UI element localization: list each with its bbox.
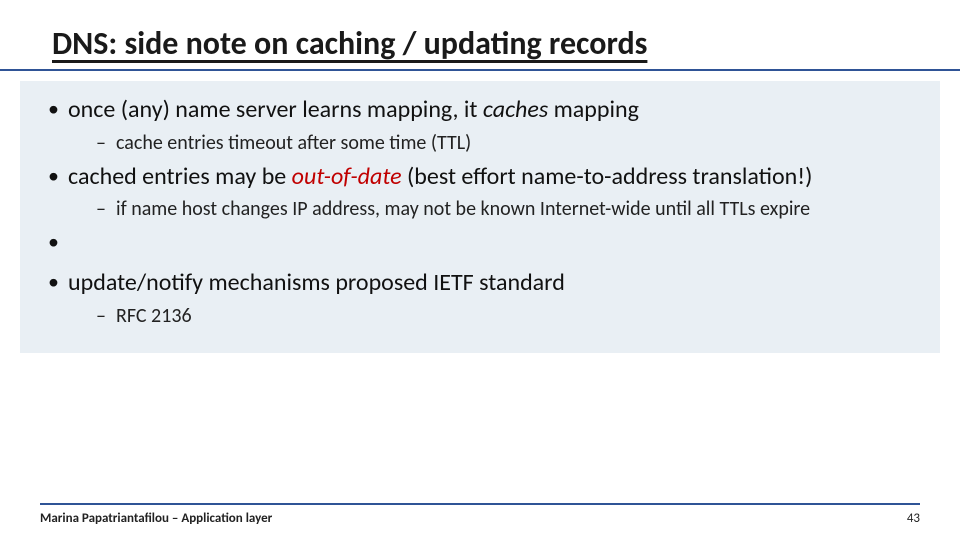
slide-title: DNS: side note on caching / updating rec… [40,20,920,65]
footer-divider [40,503,920,505]
emphasis-text: caches [483,95,548,124]
page-number: 43 [907,511,920,526]
footer-author: Marina Papatriantafilou – Application la… [40,511,272,526]
text: (best effort name-to-address translation… [402,162,813,191]
bullet-item: update/notify mechanisms proposed IETF s… [46,268,920,329]
bullet-item: once (any) name server learns mapping, i… [46,95,920,156]
sub-bullet-list: if name host changes IP address, may not… [68,196,920,222]
accent-text: out-of-date [292,162,402,191]
footer-row: Marina Papatriantafilou – Application la… [40,511,920,526]
sub-bullet-item: RFC 2136 [96,303,920,329]
text: cached entries may be [68,162,292,191]
text: if name host changes IP address, may not… [116,197,810,221]
text: RFC 2136 [116,304,192,328]
slide: DNS: side note on caching / updating rec… [0,0,960,540]
sub-bullet-list: RFC 2136 [68,303,920,329]
spacer [46,228,920,268]
sub-bullet-item: cache entries timeout after some time (T… [96,130,920,156]
sub-bullet-list: cache entries timeout after some time (T… [68,130,920,156]
content-panel: once (any) name server learns mapping, i… [20,81,940,353]
text: once (any) name server learns mapping, i… [68,95,483,124]
bullet-item: cached entries may be out-of-date (best … [46,162,920,223]
sub-bullet-item: if name host changes IP address, may not… [96,196,920,222]
text: mapping [548,95,639,124]
title-divider [0,69,960,71]
slide-footer: Marina Papatriantafilou – Application la… [0,503,960,526]
bullet-list: once (any) name server learns mapping, i… [40,95,920,329]
text: update/notify mechanisms proposed IETF s… [68,268,565,297]
text: cache entries timeout after some time (T… [116,131,471,155]
